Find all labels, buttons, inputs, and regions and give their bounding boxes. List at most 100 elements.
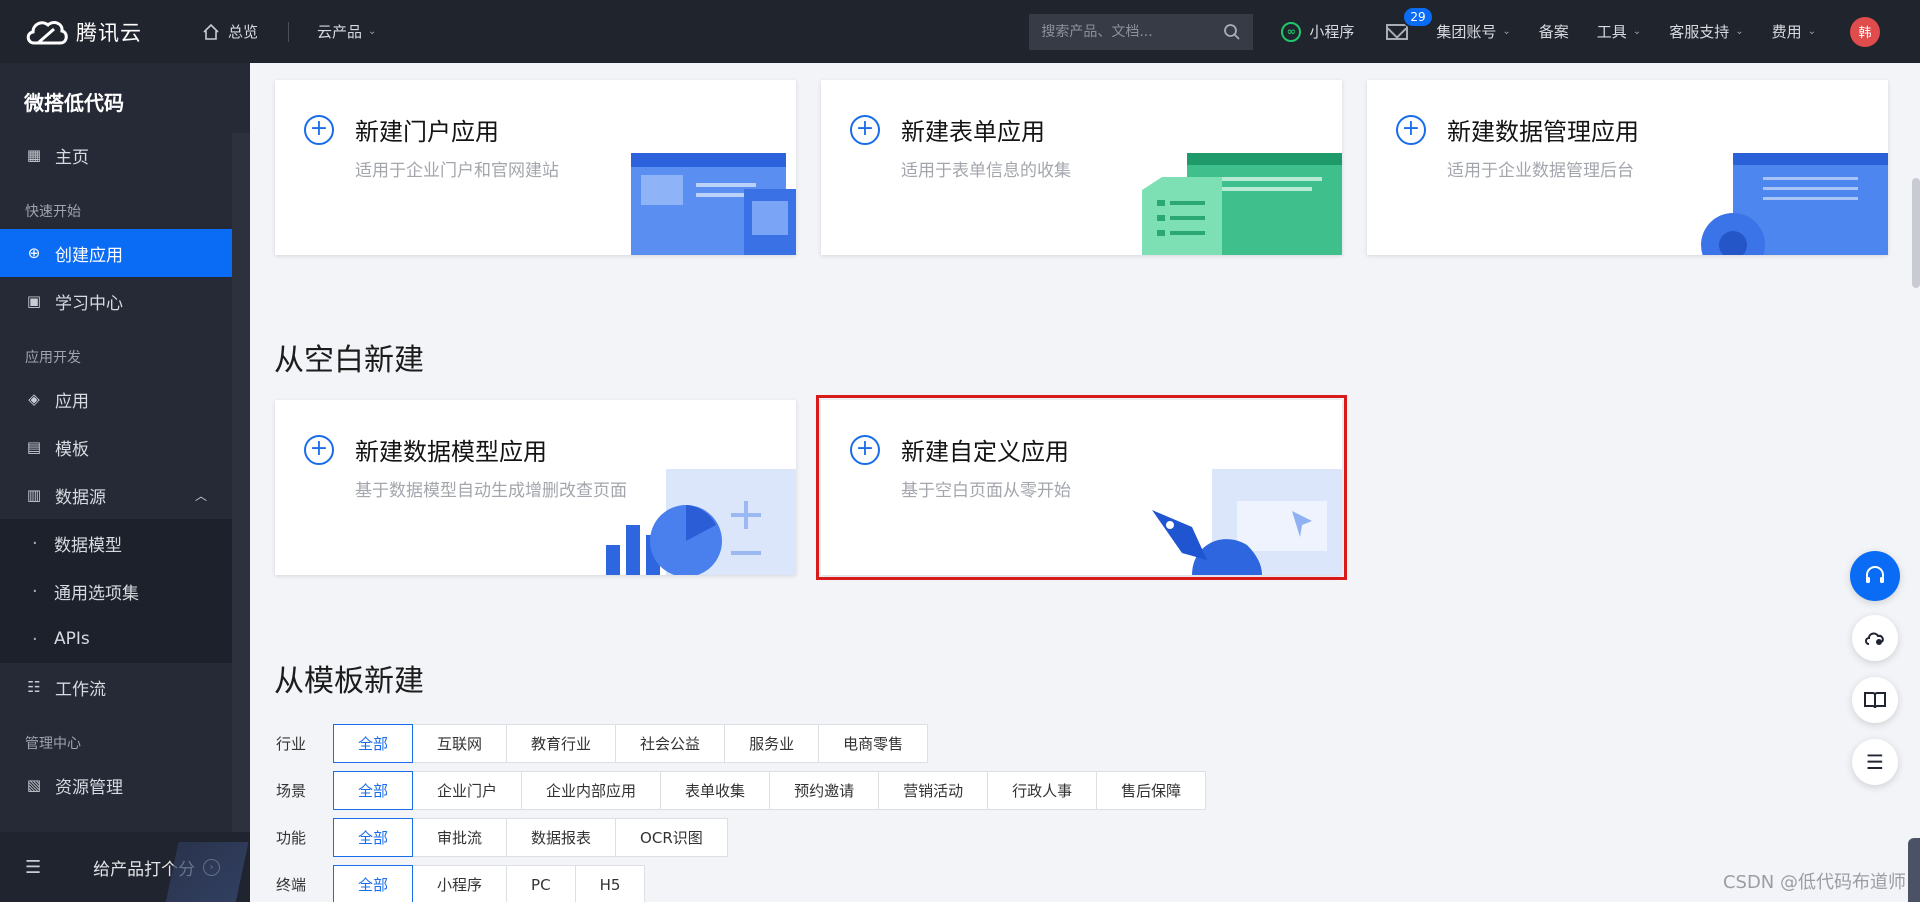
filter-tag[interactable]: 电商零售	[818, 724, 929, 763]
filter-tag[interactable]: 互联网	[412, 724, 508, 763]
sidebar: 微搭低代码 ▦ 主页 快速开始 ⊕ 创建应用 ▣ 学习中心 应用开发 ◈ 应用 …	[0, 63, 250, 902]
main-scrollbar[interactable]	[1912, 178, 1920, 288]
filter-tag[interactable]: 预约邀请	[769, 771, 880, 810]
headset-icon	[1866, 566, 1884, 583]
cloud-logo-icon	[26, 20, 68, 44]
sidebar-scrollbar[interactable]	[232, 133, 250, 902]
data-model-app-card[interactable]: + 新建数据模型应用 基于数据模型自动生成增删改查页面	[275, 400, 796, 575]
tencent-cloud-logo[interactable]: 腾讯云	[24, 17, 174, 47]
sidebar-item-label: 模板	[55, 439, 89, 460]
tools-menu[interactable]: 工具 ⌄	[1597, 21, 1641, 42]
sidebar-item-learn[interactable]: ▣ 学习中心	[0, 277, 250, 325]
sidebar-item-home[interactable]: ▦ 主页	[0, 131, 250, 179]
products-menu[interactable]: 云产品 ⌄	[317, 21, 376, 42]
filter-tag[interactable]: PC	[506, 865, 576, 902]
sidebar-item-label: 学习中心	[55, 293, 123, 314]
avatar[interactable]: 韩	[1850, 16, 1880, 47]
overview-link[interactable]: 总览	[202, 21, 258, 42]
filter-tag[interactable]: 企业门户	[412, 771, 523, 810]
plus-circle-icon: ⊕	[27, 244, 41, 262]
support-menu[interactable]: 客服支持 ⌄	[1669, 21, 1743, 42]
card-description: 适用于企业数据管理后台	[1447, 161, 1634, 181]
overview-label: 总览	[228, 23, 259, 41]
products-label: 云产品	[317, 23, 363, 41]
filter-row-terminal: 终端 全部 小程序 PC H5	[276, 861, 1206, 902]
data-management-app-card[interactable]: + 新建数据管理应用 适用于企业数据管理后台	[1367, 80, 1888, 255]
sidebar-item-apps[interactable]: ◈ 应用	[0, 375, 250, 423]
mail-icon[interactable]: 29	[1386, 5, 1434, 40]
mini-program-icon: ∞	[1281, 21, 1302, 42]
beian-link[interactable]: 备案	[1539, 21, 1569, 42]
customer-service-button[interactable]	[1850, 551, 1900, 601]
sidebar-subitem-data-model[interactable]: 数据模型	[0, 519, 250, 567]
plus-circle-icon: +	[1396, 115, 1426, 145]
main-content: + 新建门户应用 适用于企业门户和官网建站 + 新建表单应用 适用于表单信息的收…	[250, 63, 1920, 902]
filter-tag[interactable]: 教育行业	[506, 724, 617, 763]
database-icon: ▥	[26, 486, 42, 504]
filter-tag[interactable]: 全部	[333, 771, 414, 810]
filter-tag[interactable]: 服务业	[724, 724, 820, 763]
card-title: 新建门户应用	[355, 118, 499, 146]
sidebar-item-label: 应用	[55, 391, 89, 412]
mini-program-label: 小程序	[1309, 23, 1355, 41]
filter-label: 行业	[276, 735, 307, 753]
collapse-menu-icon[interactable]: ☰	[25, 857, 41, 878]
footer-decoration	[161, 842, 249, 902]
docs-button[interactable]	[1852, 677, 1898, 723]
book-open-icon	[1864, 692, 1886, 709]
sidebar-item-datasource[interactable]: ▥ 数据源 ︿	[0, 471, 250, 519]
search-input[interactable]	[1041, 23, 1212, 40]
sidebar-title: 微搭低代码	[24, 91, 124, 115]
filter-tag[interactable]: 售后保障	[1096, 771, 1207, 810]
filter-tag[interactable]: 全部	[333, 865, 414, 902]
layers-icon: ◈	[28, 390, 40, 408]
filter-tag[interactable]: 行政人事	[987, 771, 1098, 810]
filter-tag[interactable]: 社会公益	[615, 724, 726, 763]
search-icon[interactable]	[1223, 23, 1241, 41]
sidebar-subitem-option-sets[interactable]: 通用选项集	[0, 567, 250, 615]
form-illustration-icon	[1142, 153, 1342, 255]
filter-tag[interactable]: H5	[574, 865, 646, 902]
resource-icon: ▧	[26, 776, 42, 794]
chevron-down-icon: ⌄	[368, 26, 377, 37]
sidebar-item-workflow[interactable]: ☷ 工作流	[0, 663, 250, 711]
billing-menu[interactable]: 费用 ⌄	[1772, 21, 1816, 42]
filter-tag[interactable]: 审批流	[412, 818, 508, 857]
filter-tag[interactable]: 全部	[333, 818, 414, 857]
template-filters: 行业 全部 互联网 教育行业 社会公益 服务业 电商零售 场景 全部 企业门户 …	[276, 720, 1207, 902]
brand-name: 腾讯云	[76, 20, 142, 45]
portal-illustration-icon	[631, 153, 796, 255]
search-box[interactable]	[1029, 13, 1254, 50]
filter-tag[interactable]: 全部	[333, 724, 414, 763]
chevron-down-icon: ⌄	[1807, 26, 1816, 37]
card-description: 适用于表单信息的收集	[901, 161, 1071, 181]
template-icon: ▤	[26, 438, 42, 456]
mini-program-link[interactable]: ∞ 小程序	[1281, 21, 1354, 42]
sidebar-item-templates[interactable]: ▤ 模板	[0, 423, 250, 471]
sidebar-item-create-app[interactable]: ⊕ 创建应用	[0, 229, 232, 277]
menu-list-button[interactable]: ☰	[1852, 739, 1898, 785]
filter-tag[interactable]: 表单收集	[660, 771, 771, 810]
card-description: 基于数据模型自动生成增删改查页面	[355, 481, 627, 501]
filter-tag[interactable]: 小程序	[412, 865, 508, 902]
chevron-up-icon: ︿	[195, 488, 208, 503]
top-navbar: 腾讯云 总览 云产品⌄ ∞ 小程序 29 集团账号⌄ 备案 工具⌄ 客服支持⌄ …	[0, 0, 1920, 63]
filter-row-scene: 场景 全部 企业门户 企业内部应用 表单收集 预约邀请 营销活动 行政人事 售后…	[276, 767, 1207, 814]
selection-highlight	[816, 395, 1347, 580]
group-account-menu[interactable]: 集团账号 ⌄	[1436, 21, 1510, 42]
plus-circle-icon: +	[304, 435, 334, 465]
card-title: 新建数据模型应用	[355, 438, 547, 466]
sidebar-item-resources[interactable]: ▧ 资源管理	[0, 761, 250, 809]
filter-tag[interactable]: 数据报表	[506, 818, 617, 857]
portal-app-card[interactable]: + 新建门户应用 适用于企业门户和官网建站	[275, 80, 796, 255]
filter-tag[interactable]: 营销活动	[878, 771, 989, 810]
beian-label: 备案	[1538, 23, 1569, 41]
dashboard-icon: ▦	[26, 146, 42, 164]
filter-label: 场景	[276, 782, 307, 800]
filter-tag[interactable]: OCR识图	[615, 818, 728, 857]
form-app-card[interactable]: + 新建表单应用 适用于表单信息的收集	[821, 80, 1342, 255]
side-edge-tab[interactable]	[1908, 838, 1920, 902]
cloud-assistant-button[interactable]	[1852, 615, 1898, 661]
filter-tag[interactable]: 企业内部应用	[521, 771, 662, 810]
sidebar-subitem-apis[interactable]: APIs	[0, 615, 250, 663]
